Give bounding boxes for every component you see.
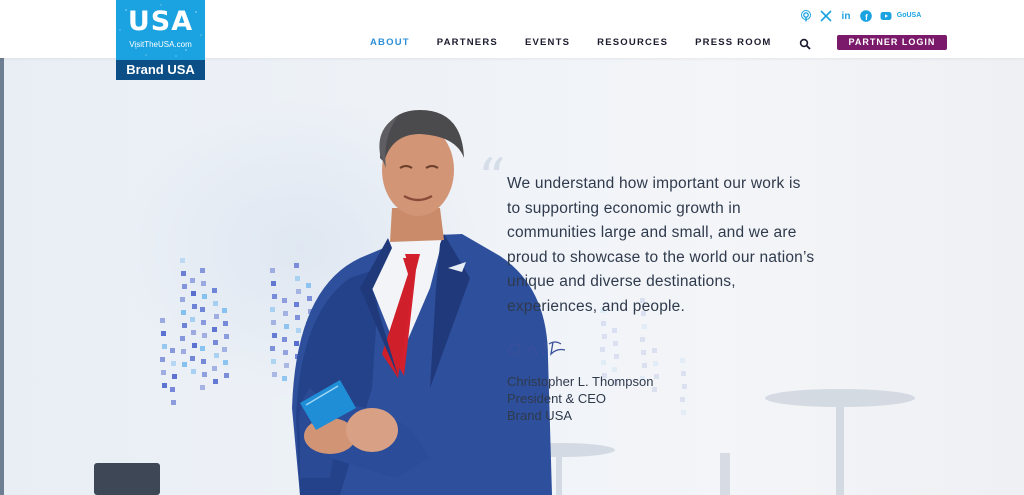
quote-mark-icon: “ <box>478 147 506 210</box>
signature-image <box>508 341 566 357</box>
youtube-icon[interactable] <box>880 10 892 22</box>
facebook-icon[interactable]: f <box>860 10 872 22</box>
search-icon[interactable] <box>799 37 811 50</box>
gousa-icon[interactable]: Go USA <box>896 10 922 22</box>
nav-about[interactable]: ABOUT <box>370 37 410 48</box>
logo-url: VisitTheUSA.com <box>129 40 192 49</box>
hero-section: “ We understand how important our work i… <box>0 58 1024 495</box>
logo-brand-label: Brand USA <box>116 60 205 80</box>
speaker-org: Brand USA <box>507 408 573 423</box>
speaker-title: President & CEO <box>507 391 606 406</box>
main-nav: ABOUT PARTNERS EVENTS RESOURCES PRESS RO… <box>370 35 948 50</box>
speaker-name: Christopher L. Thompson <box>507 374 654 389</box>
hero-quote: We understand how important our work is … <box>507 175 815 315</box>
gousa-line1: Go <box>896 12 907 19</box>
social-links: in f Go USA <box>800 10 922 22</box>
podcast-icon[interactable] <box>800 10 812 22</box>
brand-usa-logo[interactable]: USA VisitTheUSA.com Brand USA <box>116 0 205 80</box>
logo-wordmark: USA <box>127 6 194 37</box>
x-icon[interactable] <box>820 10 832 22</box>
nav-partners[interactable]: PARTNERS <box>437 37 498 48</box>
partner-login-button[interactable]: PARTNER LOGIN <box>836 35 948 50</box>
nav-press-room[interactable]: PRESS ROOM <box>695 37 771 48</box>
linkedin-icon[interactable]: in <box>840 10 852 22</box>
svg-text:f: f <box>865 13 868 22</box>
logo-badge: USA VisitTheUSA.com <box>116 0 205 60</box>
nav-resources[interactable]: RESOURCES <box>597 37 668 48</box>
gousa-line2: USA <box>906 12 922 19</box>
nav-events[interactable]: EVENTS <box>525 37 570 48</box>
